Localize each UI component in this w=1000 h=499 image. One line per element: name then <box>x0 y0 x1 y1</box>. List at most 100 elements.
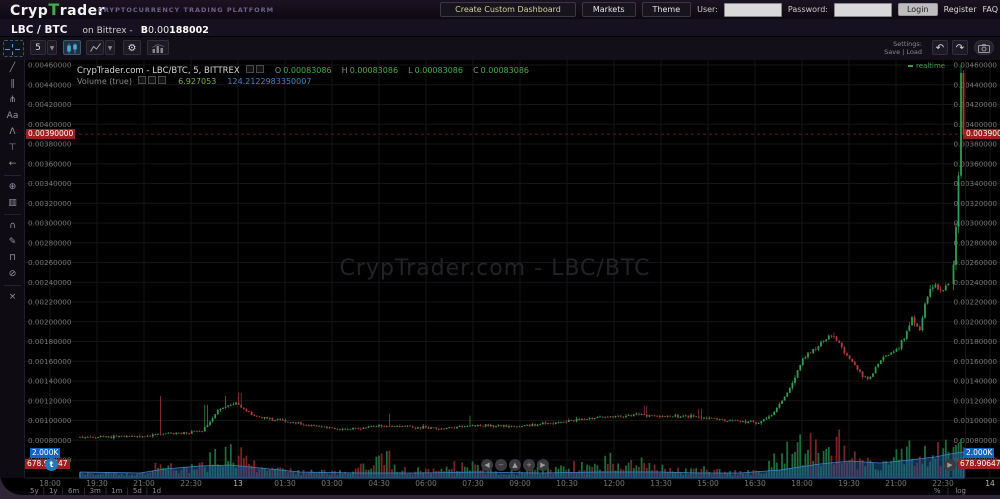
trendline-tool[interactable]: ╱ <box>0 60 25 76</box>
forecast-tool[interactable]: ⊤ <box>0 140 25 156</box>
channel-tool[interactable]: ∥ <box>0 76 25 92</box>
range-3m[interactable]: 3m <box>90 487 101 495</box>
redo-button[interactable]: ↷ <box>952 40 968 55</box>
svg-text:0.00220000: 0.00220000 <box>954 298 998 307</box>
arrow-tool[interactable]: ← <box>0 156 25 172</box>
svg-text:0.00340000: 0.00340000 <box>28 179 72 188</box>
last-price-tag-left: 0.00390000 <box>26 129 75 139</box>
crosshair-button[interactable] <box>3 40 24 57</box>
password-input[interactable] <box>834 3 892 17</box>
svg-text:0.00180000: 0.00180000 <box>954 337 998 346</box>
zoom-tool[interactable]: ⊕ <box>0 179 25 195</box>
brush-tool[interactable]: ✎ <box>0 234 25 250</box>
candlestick-style-button[interactable] <box>63 40 81 55</box>
pattern-tool[interactable]: Λ <box>0 124 25 140</box>
range-1y[interactable]: 1y <box>49 487 58 495</box>
faq-link[interactable]: FAQ <box>983 5 999 14</box>
legend-toggle-icon[interactable] <box>246 65 254 73</box>
camera-icon <box>978 44 990 53</box>
svg-text:0.00380000: 0.00380000 <box>28 140 72 149</box>
range-5y[interactable]: 5y <box>30 487 39 495</box>
realtime-label: realtime <box>916 62 945 70</box>
measure-tool[interactable]: ▥ <box>0 195 25 211</box>
legend-close-icon[interactable] <box>256 65 264 73</box>
chart-nav-button-0[interactable]: ◀ <box>481 459 493 471</box>
settings-button[interactable]: ⚙ <box>123 40 141 55</box>
login-button[interactable]: Login <box>898 3 938 16</box>
chart-nav-button-4[interactable]: ▶ <box>537 459 549 471</box>
chart-nav-button-3[interactable]: + <box>523 459 535 471</box>
save-load-links[interactable]: Save | Load <box>884 48 922 56</box>
logo: CrypTrader <box>10 0 105 21</box>
text-tool[interactable]: Aa <box>0 108 25 124</box>
hide-tool[interactable]: ⊘ <box>0 266 25 282</box>
register-link[interactable]: Register <box>944 5 977 14</box>
range-1m[interactable]: 1m <box>111 487 122 495</box>
svg-text:0.00220000: 0.00220000 <box>28 298 72 307</box>
svg-text:0.00160000: 0.00160000 <box>28 357 72 366</box>
interval-dropdown[interactable]: ▼ <box>47 40 57 55</box>
svg-text:0.00360000: 0.00360000 <box>28 159 72 168</box>
interval-button[interactable]: 5 <box>30 40 46 55</box>
range-separator: | <box>146 487 148 495</box>
lock-tool[interactable]: ⊓ <box>0 250 25 266</box>
indicators-button[interactable] <box>147 40 169 55</box>
markets-button[interactable]: Markets <box>582 2 636 17</box>
user-input[interactable] <box>724 3 782 17</box>
undo-icon: ↶ <box>936 43 944 54</box>
realtime-indicator: realtime <box>908 62 945 70</box>
svg-text:0.00100000: 0.00100000 <box>954 416 998 425</box>
range-1d[interactable]: 1d <box>152 487 161 495</box>
svg-text:0.00280000: 0.00280000 <box>954 238 998 247</box>
price-bold: 188002 <box>169 25 209 36</box>
svg-text:0.00300000: 0.00300000 <box>954 219 998 228</box>
bottom-bar: 5y|1y|6m|3m|1m|5d|1d % | log <box>0 487 1000 495</box>
range-6m[interactable]: 6m <box>68 487 79 495</box>
svg-text:0.00080000: 0.00080000 <box>28 436 72 445</box>
high-label: H <box>342 66 348 75</box>
tagline: CRYPTOCURRENCY TRADING PLATFORM <box>98 6 274 14</box>
style-dropdown[interactable]: ▼ <box>105 40 115 55</box>
undo-button[interactable]: ↶ <box>932 40 948 55</box>
study-settings-icon[interactable] <box>138 76 146 84</box>
svg-text:0.00420000: 0.00420000 <box>28 100 72 109</box>
logo-text-cryp: Cryp <box>10 3 48 19</box>
svg-text:0.00320000: 0.00320000 <box>954 199 998 208</box>
tool-divider <box>4 285 21 286</box>
svg-text:0.00200000: 0.00200000 <box>954 317 998 326</box>
range-5d[interactable]: 5d <box>133 487 142 495</box>
top-header: CrypTrader CRYPTOCURRENCY TRADING PLATFO… <box>0 0 1000 19</box>
snapshot-button[interactable] <box>974 40 994 55</box>
social-button[interactable]: t <box>45 458 58 471</box>
chevron-down-icon: ▼ <box>50 45 55 52</box>
redo-icon: ↷ <box>956 43 964 54</box>
gear-icon: ⚙ <box>128 43 137 54</box>
password-label: Password: <box>788 5 828 14</box>
line-chart-icon <box>90 43 101 53</box>
price-prefix: 0.00 <box>148 25 169 36</box>
chart-nav-button-2[interactable]: ▲ <box>509 459 521 471</box>
delete-tool[interactable]: × <box>0 289 25 305</box>
svg-text:0.00340000: 0.00340000 <box>954 179 998 188</box>
chart-nav-button-1[interactable]: − <box>495 459 507 471</box>
settings-note: Settings:Save | Load <box>884 40 922 56</box>
volume-study-label: Volume (true) <box>77 77 132 86</box>
scale-controls: % | log <box>934 487 966 495</box>
percent-scale-button[interactable]: % <box>934 487 941 495</box>
theme-button[interactable]: Theme <box>642 2 692 17</box>
log-scale-button[interactable]: log <box>955 487 966 495</box>
close-label: C <box>473 66 479 75</box>
pitchfork-tool[interactable]: ⋔ <box>0 92 25 108</box>
low-label: L <box>408 66 412 75</box>
last-price-tag-right: 0.00390000 <box>964 129 1000 139</box>
line-style-button[interactable] <box>86 40 104 55</box>
study-close-icon[interactable] <box>158 76 166 84</box>
tool-divider <box>4 214 21 215</box>
btc-symbol: B <box>141 25 148 36</box>
study-hide-icon[interactable] <box>148 76 156 84</box>
scroll-to-latest-button[interactable]: ▶ <box>944 459 956 471</box>
close-value: 0.00083086 <box>481 66 529 75</box>
app-window: CrypTrader CRYPTOCURRENCY TRADING PLATFO… <box>0 0 1000 495</box>
create-dashboard-button[interactable]: Create Custom Dashboard <box>440 2 576 17</box>
magnet-tool[interactable]: ∩ <box>0 218 25 234</box>
